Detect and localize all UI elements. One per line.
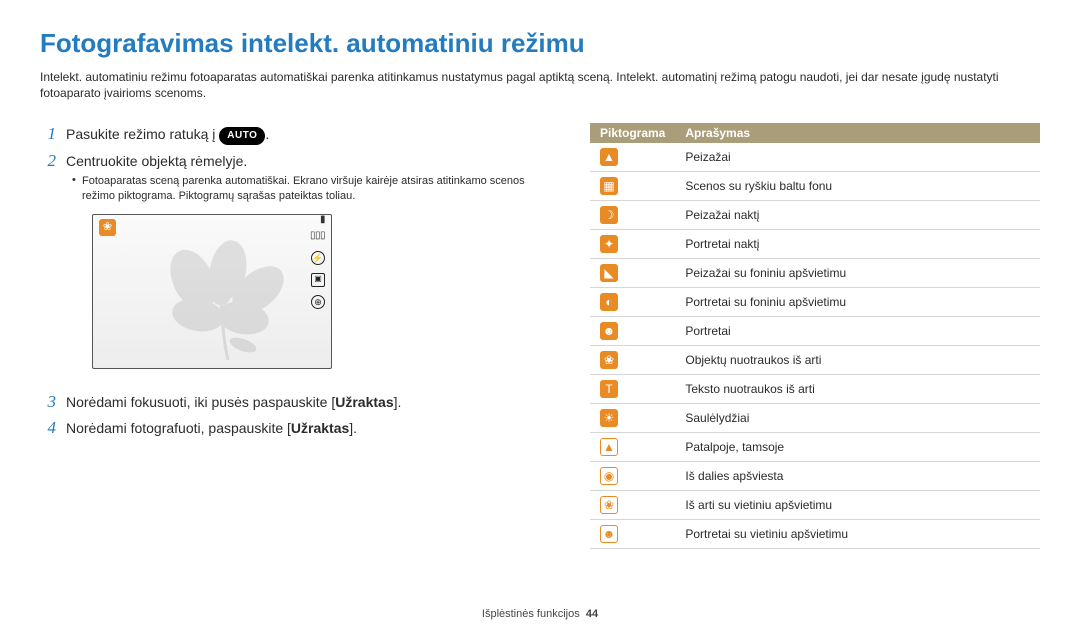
step-4-text-b: ]. bbox=[349, 420, 357, 436]
scene-icon: ☻ bbox=[600, 322, 618, 340]
th-desc: Aprašymas bbox=[675, 123, 1040, 143]
scene-icon: ✦ bbox=[600, 235, 618, 253]
card-icon: ▣ bbox=[311, 273, 325, 287]
step-1-text-a: Pasukite režimo ratuką į bbox=[66, 126, 219, 142]
table-row: ❀ Iš arti su vietiniu apšvietimu bbox=[590, 491, 1040, 520]
step-3: 3 Norėdami fokusuoti, iki pusės paspausk… bbox=[40, 391, 540, 413]
step-1: 1 Pasukite režimo ratuką į AUTO. bbox=[40, 123, 540, 145]
table-row: ▲ Patalpoje, tamsoje bbox=[590, 433, 1040, 462]
zoom-icon: ⊕ bbox=[311, 295, 325, 309]
scene-icon: ◐ bbox=[600, 293, 618, 311]
table-row: ▦ Scenos su ryškiu baltu fonu bbox=[590, 172, 1040, 201]
right-column: Piktograma Aprašymas ▲ Peizažai ▦ Scenos su… bbox=[590, 123, 1040, 549]
auto-mode-badge: AUTO bbox=[219, 127, 265, 145]
step-3-bold: Užraktas bbox=[335, 394, 393, 410]
scene-label: Objektų nuotraukos iš arti bbox=[675, 346, 1040, 375]
table-row: ◣ Peizažai su foniniu apšvietimu bbox=[590, 259, 1040, 288]
scene-label: Portretai naktį bbox=[675, 230, 1040, 259]
flash-icon: ⚡ bbox=[311, 251, 325, 265]
step-3-num: 3 bbox=[40, 391, 56, 413]
scene-label: Patalpoje, tamsoje bbox=[675, 433, 1040, 462]
scene-label: Portretai su vietiniu apšvietimu bbox=[675, 520, 1040, 549]
step-3-text-b: ]. bbox=[394, 394, 402, 410]
table-row: ☻ Portretai su vietiniu apšvietimu bbox=[590, 520, 1040, 549]
scene-macro-icon: ❀ bbox=[99, 219, 116, 236]
footer: Išplėstinės funkcijos 44 bbox=[0, 608, 1080, 620]
table-row: ☽ Peizažai naktį bbox=[590, 201, 1040, 230]
footer-page: 44 bbox=[586, 608, 598, 620]
scene-icon: ▲ bbox=[600, 148, 618, 166]
scene-icon: ☀ bbox=[600, 409, 618, 427]
scene-label: Teksto nuotraukos iš arti bbox=[675, 375, 1040, 404]
table-row: ☻ Portretai bbox=[590, 317, 1040, 346]
table-row: T Teksto nuotraukos iš arti bbox=[590, 375, 1040, 404]
table-row: ☀ Saulėlydžiai bbox=[590, 404, 1040, 433]
step-2-num: 2 bbox=[40, 150, 56, 387]
page-title: Fotografavimas intelekt. automatiniu rež… bbox=[40, 28, 1040, 59]
scene-label: Peizažai bbox=[675, 143, 1040, 172]
step-1-text-b: . bbox=[265, 126, 269, 142]
footer-section: Išplėstinės funkcijos bbox=[482, 608, 580, 620]
scene-label: Saulėlydžiai bbox=[675, 404, 1040, 433]
step-4-text-a: Norėdami fotografuoti, paspauskite [ bbox=[66, 420, 291, 436]
left-column: 1 Pasukite režimo ratuką į AUTO. 2 Centr… bbox=[40, 123, 540, 549]
step-2: 2 Centruokite objektą rėmelyje. Fotoapar… bbox=[40, 150, 540, 387]
scene-icon: ◉ bbox=[600, 467, 618, 485]
scene-icon: ☻ bbox=[600, 525, 618, 543]
step-4-bold: Užraktas bbox=[291, 420, 349, 436]
scene-label: Iš arti su vietiniu apšvietimu bbox=[675, 491, 1040, 520]
scene-label: Iš dalies apšviesta bbox=[675, 462, 1040, 491]
camera-preview: ❀ ▮ ▯▯▯ ⚡ ▣ ⊕ bbox=[92, 214, 332, 369]
step-2-bullet: Fotoaparatas sceną parenka automatiškai.… bbox=[72, 174, 540, 204]
table-row: ✦ Portretai naktį bbox=[590, 230, 1040, 259]
step-2-text: Centruokite objektą rėmelyje. bbox=[66, 153, 247, 169]
table-row: ▲ Peizažai bbox=[590, 143, 1040, 172]
intro-text: Intelekt. automatiniu režimu fotoaparata… bbox=[40, 69, 1040, 101]
table-row: ◐ Portretai su foniniu apšvietimu bbox=[590, 288, 1040, 317]
scene-label: Peizažai naktį bbox=[675, 201, 1040, 230]
flower-illustration bbox=[133, 240, 298, 360]
scene-label: Portretai su foniniu apšvietimu bbox=[675, 288, 1040, 317]
battery-icon: ▮ ▯▯▯ bbox=[307, 214, 325, 244]
table-row: ◉ Iš dalies apšviesta bbox=[590, 462, 1040, 491]
scene-icon: ◣ bbox=[600, 264, 618, 282]
icon-table: Piktograma Aprašymas ▲ Peizažai ▦ Scenos su… bbox=[590, 123, 1040, 549]
scene-icon: ❀ bbox=[600, 351, 618, 369]
step-1-num: 1 bbox=[40, 123, 56, 145]
scene-label: Peizažai su foniniu apšvietimu bbox=[675, 259, 1040, 288]
step-3-text-a: Norėdami fokusuoti, iki pusės paspauskit… bbox=[66, 394, 335, 410]
step-4-num: 4 bbox=[40, 417, 56, 439]
scene-icon: ▲ bbox=[600, 438, 618, 456]
scene-icon: ▦ bbox=[600, 177, 618, 195]
scene-icon: ❀ bbox=[600, 496, 618, 514]
step-4: 4 Norėdami fotografuoti, paspauskite [Už… bbox=[40, 417, 540, 439]
th-icon: Piktograma bbox=[590, 123, 675, 143]
scene-icon: ☽ bbox=[600, 206, 618, 224]
scene-label: Portretai bbox=[675, 317, 1040, 346]
table-row: ❀ Objektų nuotraukos iš arti bbox=[590, 346, 1040, 375]
scene-label: Scenos su ryškiu baltu fonu bbox=[675, 172, 1040, 201]
scene-icon: T bbox=[600, 380, 618, 398]
